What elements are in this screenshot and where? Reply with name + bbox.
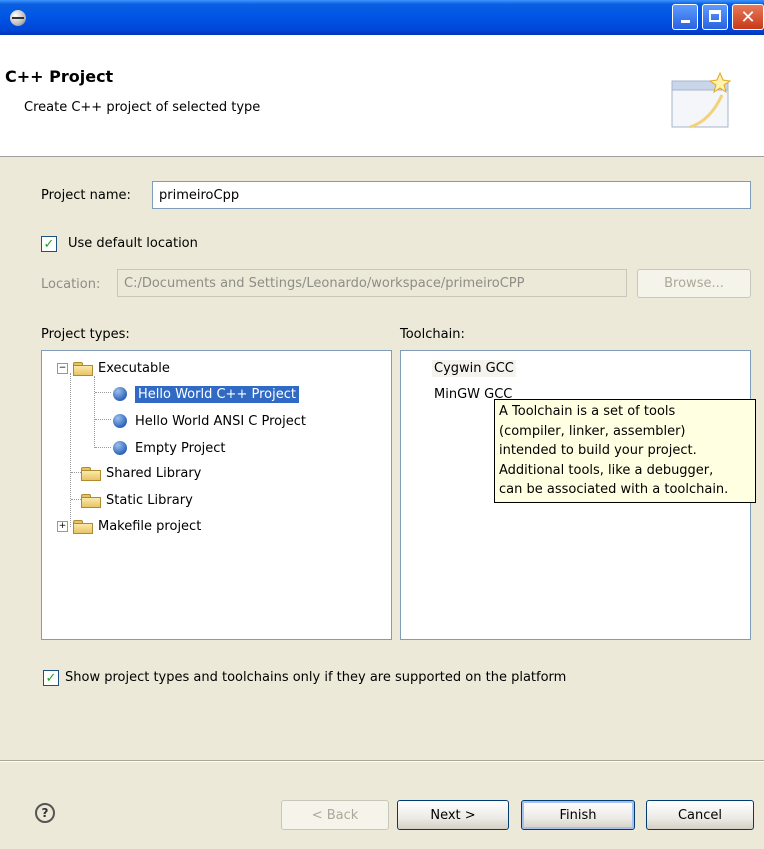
tree-item-static-library[interactable]: Static Library: [81, 487, 193, 513]
tree-item-label: Executable: [98, 360, 170, 376]
project-template-icon: [113, 441, 127, 455]
use-default-location-checkbox[interactable]: ✓: [41, 236, 57, 252]
page-description: Create C++ project of selected type: [24, 100, 261, 115]
expand-icon[interactable]: +: [57, 520, 68, 532]
tree-item-label: Static Library: [106, 492, 193, 508]
list-item-label: Cygwin GCC: [432, 359, 516, 377]
project-types-tree[interactable]: − Executable Hello World C++ Project Hel…: [41, 350, 392, 640]
next-button[interactable]: Next >: [397, 800, 509, 830]
tree-item-label: Shared Library: [106, 465, 202, 481]
folder-icon: [73, 519, 93, 534]
location-label: Location:: [41, 277, 101, 292]
collapse-icon[interactable]: −: [57, 362, 68, 374]
toolchain-item-cygwin[interactable]: Cygwin GCC: [432, 355, 516, 381]
new-wizard-banner-icon: [671, 71, 732, 129]
tree-item-empty-project[interactable]: Empty Project: [113, 435, 226, 461]
toolchain-tooltip: A Toolchain is a set of tools (compiler,…: [494, 399, 756, 503]
project-name-input[interactable]: primeiroCpp: [152, 181, 751, 209]
tree-item-label: Hello World C++ Project: [135, 385, 299, 403]
folder-icon: [81, 493, 101, 508]
tooltip-line: intended to build your project.: [499, 443, 697, 458]
minimize-button[interactable]: [672, 4, 698, 30]
tree-item-makefile-project[interactable]: + Makefile project: [57, 513, 201, 539]
toolchain-label: Toolchain:: [400, 327, 465, 342]
back-button[interactable]: < Back: [281, 800, 389, 830]
folder-icon: [81, 466, 101, 481]
checkmark-icon: ✓: [45, 670, 57, 686]
tree-item-hello-world-cpp[interactable]: Hello World C++ Project: [113, 381, 299, 407]
tree-item-label: Empty Project: [135, 440, 226, 456]
tooltip-line: can be associated with a toolchain.: [499, 482, 729, 497]
eclipse-app-icon: [10, 10, 26, 26]
project-types-label: Project types:: [41, 327, 130, 342]
browse-button[interactable]: Browse...: [637, 269, 751, 298]
footer-separator: [0, 760, 764, 762]
tooltip-line: Additional tools, like a debugger,: [499, 462, 714, 478]
cancel-button[interactable]: Cancel: [646, 800, 754, 830]
finish-button[interactable]: Finish: [521, 800, 635, 830]
supported-only-checkbox[interactable]: ✓: [43, 670, 59, 686]
tree-item-hello-world-ansi-c[interactable]: Hello World ANSI C Project: [113, 408, 306, 434]
tree-item-label: Hello World ANSI C Project: [135, 413, 306, 429]
project-template-icon: [113, 414, 127, 428]
title-bar[interactable]: ✕: [0, 0, 764, 35]
close-button[interactable]: ✕: [732, 4, 764, 30]
tooltip-line: (compiler, linker, assembler): [499, 423, 686, 439]
page-title: C++ Project: [5, 67, 114, 86]
project-name-label: Project name:: [41, 188, 131, 203]
folder-open-icon: [73, 361, 93, 376]
tooltip-line: A Toolchain is a set of tools: [499, 404, 676, 419]
tree-item-shared-library[interactable]: Shared Library: [81, 460, 201, 486]
tree-item-label: Makefile project: [98, 518, 202, 534]
help-icon: ?: [41, 806, 49, 820]
wizard-header: C++ Project Create C++ project of select…: [0, 35, 764, 157]
supported-only-label[interactable]: Show project types and toolchains only i…: [65, 670, 566, 685]
checkmark-icon: ✓: [43, 236, 55, 252]
location-input[interactable]: C:/Documents and Settings/Leonardo/works…: [117, 269, 627, 297]
close-icon: ✕: [740, 6, 756, 28]
help-button[interactable]: ?: [35, 803, 55, 823]
project-template-icon: [113, 387, 127, 401]
use-default-location-label[interactable]: Use default location: [68, 236, 198, 251]
maximize-button[interactable]: [702, 4, 728, 30]
tree-item-executable[interactable]: − Executable: [57, 355, 170, 381]
